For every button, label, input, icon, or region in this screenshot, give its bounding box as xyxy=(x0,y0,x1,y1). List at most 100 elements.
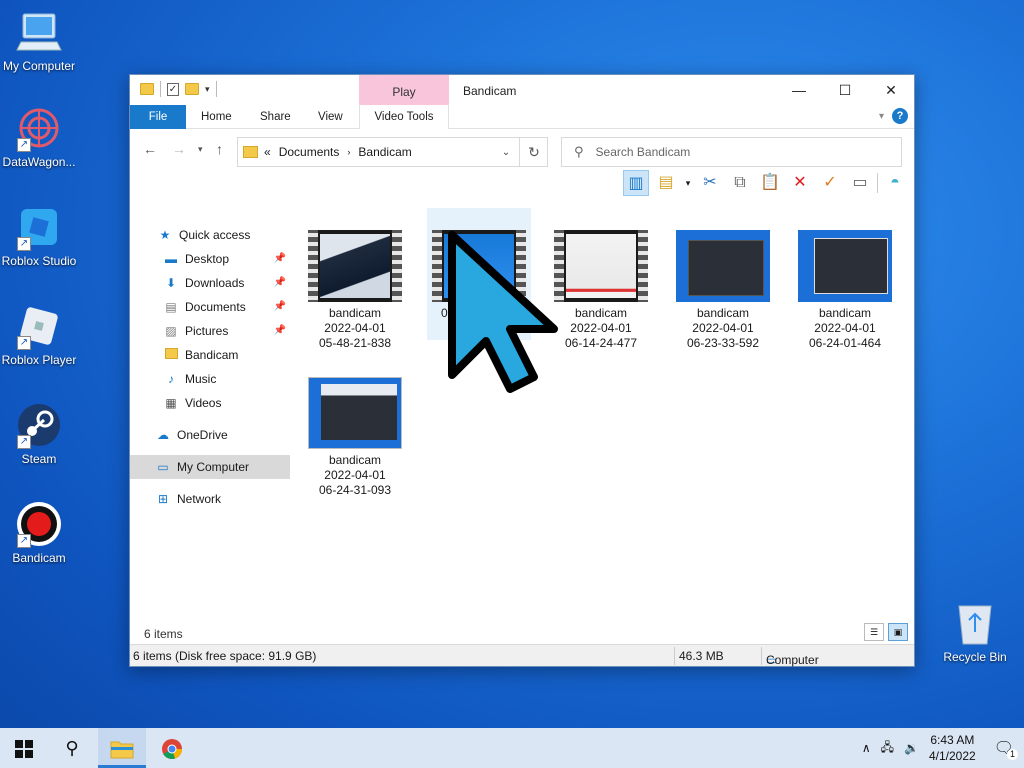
breadcrumb-bandicam[interactable]: Bandicam xyxy=(358,145,411,159)
details-view-icon[interactable]: ☰ xyxy=(864,623,884,641)
preview-pane-icon[interactable]: ▥ xyxy=(623,170,649,196)
up-arrow-icon[interactable]: ↑ xyxy=(216,141,223,157)
view-switcher: ☰ ▣ xyxy=(864,623,908,641)
minimize-button[interactable]: — xyxy=(776,75,822,105)
file-name: bandicam xyxy=(328,453,382,467)
tab-view[interactable]: View xyxy=(318,105,343,129)
file-item[interactable]: bandicam 2022-04-01 06-23-33-592 xyxy=(671,225,775,351)
desktop-icon-bandicam[interactable]: ↗ Bandicam xyxy=(0,500,78,565)
shortcut-arrow-icon: ↗ xyxy=(17,534,31,548)
tab-file[interactable]: File xyxy=(130,105,186,129)
file-item[interactable]: bandicam 2022-04-01 06-24-31-093 xyxy=(303,372,407,498)
nav-downloads[interactable]: ⬇ Downloads 📌 xyxy=(130,271,290,295)
cut-icon[interactable]: ✂ xyxy=(697,170,723,196)
nav-music[interactable]: ♪ Music xyxy=(130,367,290,391)
clock-time: 6:43 AM xyxy=(930,733,975,747)
search-button[interactable]: ⚲ xyxy=(48,728,96,768)
clock[interactable]: 6:43 AM 4/1/2022 xyxy=(929,732,976,764)
file-name-date: 2022-04-01 xyxy=(570,321,632,335)
file-item[interactable]: bandicam 2022-04-01 05-48-21-838 xyxy=(303,225,407,351)
search-icon: ⚲ xyxy=(65,738,79,758)
nav-bandicam[interactable]: Bandicam xyxy=(130,343,290,367)
new-folder-menu-icon[interactable]: ▤ xyxy=(653,170,679,196)
desktop-icon-label: Steam xyxy=(21,452,57,466)
windows-icon xyxy=(15,740,33,759)
folder-icon xyxy=(140,83,154,95)
taskbar: ⚲ ∧ 🖧 🔉 6:43 AM 4/1/2022 🗨 1 xyxy=(0,728,1024,768)
search-input[interactable]: ⚲ Search Bandicam xyxy=(561,137,902,167)
new-folder-icon[interactable] xyxy=(185,83,199,95)
copy-icon[interactable]: ⧉ xyxy=(727,170,753,196)
rename-icon[interactable]: ▭ xyxy=(847,170,873,196)
nav-onedrive[interactable]: ☁ OneDrive xyxy=(130,423,290,447)
recent-locations-icon[interactable]: ▾ xyxy=(198,144,203,155)
nav-documents[interactable]: ▤ Documents 📌 xyxy=(130,295,290,319)
file-name-date: 2022-04-01 xyxy=(692,321,754,335)
maximize-button[interactable]: ☐ xyxy=(822,75,868,105)
desktop-icon-my-computer[interactable]: My Computer xyxy=(0,8,78,73)
large-icons-view-icon[interactable]: ▣ xyxy=(888,623,908,641)
breadcrumb-documents[interactable]: Documents xyxy=(279,145,340,159)
address-bar[interactable]: « Documents › Bandicam ⌄ xyxy=(237,137,548,167)
desktop-icon-steam[interactable]: ↗ Steam xyxy=(0,401,78,466)
file-name-date: 2022-04-01 xyxy=(814,321,876,335)
computer-icon xyxy=(15,8,63,56)
address-dropdown-icon[interactable]: ⌄ xyxy=(495,147,517,158)
paste-icon[interactable]: 📋 xyxy=(757,170,783,196)
tab-video-tools[interactable]: Video Tools xyxy=(359,105,449,129)
shortcut-arrow-icon: ↗ xyxy=(17,435,31,449)
forward-arrow-icon[interactable]: → xyxy=(172,141,186,157)
dropdown-arrow-icon[interactable]: ▾ xyxy=(683,170,693,196)
customize-qat-icon[interactable]: ▾ xyxy=(205,84,210,95)
expand-ribbon-icon[interactable]: ▾ xyxy=(879,111,884,122)
file-item[interactable]: bandicam 2022-04-01 06-14-24-477 xyxy=(549,225,653,351)
nav-videos[interactable]: ▦ Videos xyxy=(130,391,290,415)
nav-label: OneDrive xyxy=(177,428,228,442)
desktop-icon-datawagon[interactable]: ↗ DataWagon... xyxy=(0,104,78,169)
notifications-button[interactable]: 🗨 1 xyxy=(994,738,1018,760)
bandicam-icon: ↗ xyxy=(15,500,63,548)
shell-icon[interactable]: ◓ xyxy=(882,170,908,196)
nav-network[interactable]: ⊞ Network xyxy=(130,487,290,511)
breadcrumb-overflow[interactable]: « xyxy=(264,145,271,159)
nav-desktop[interactable]: ▬ Desktop 📌 xyxy=(130,247,290,271)
network-icon: ⊞ xyxy=(157,492,169,506)
file-name-time: 06-24-01-464 xyxy=(808,336,882,350)
nav-label: Videos xyxy=(185,396,222,410)
status-bar: 6 items (Disk free space: 91.9 GB) 46.3 … xyxy=(130,644,914,667)
video-thumbnail xyxy=(554,230,648,302)
desktop-icon-roblox-studio[interactable]: ↗ Roblox Studio xyxy=(0,203,78,268)
file-name: bandicam xyxy=(328,306,382,320)
quick-access-toolbar: ✓ ▾ xyxy=(140,81,217,97)
file-item[interactable]: bandicam 2022-04-01 06-24-01-464 xyxy=(793,225,897,351)
file-explorer-taskbar-button[interactable] xyxy=(98,728,146,768)
network-icon[interactable]: 🖧 xyxy=(881,738,894,759)
nav-pictures[interactable]: ▨ Pictures 📌 xyxy=(130,319,290,343)
help-icon[interactable]: ? xyxy=(892,108,908,124)
steam-icon: ↗ xyxy=(15,401,63,449)
nav-label: Downloads xyxy=(185,276,245,290)
desktop-icon-roblox-player[interactable]: ↗ Roblox Player xyxy=(0,302,78,367)
nav-my-computer[interactable]: ▭ My Computer xyxy=(130,455,290,479)
tab-share[interactable]: Share xyxy=(260,105,291,129)
nav-quick-access[interactable]: ★ Quick access xyxy=(130,223,290,247)
search-icon: ⚲ xyxy=(574,144,584,159)
nav-label: Music xyxy=(185,372,217,386)
shortcut-arrow-icon: ↗ xyxy=(17,237,31,251)
properties-icon[interactable]: ✓ xyxy=(167,82,179,96)
refresh-icon[interactable]: ↻ xyxy=(519,137,548,167)
back-arrow-icon[interactable]: ← xyxy=(143,141,157,157)
separator xyxy=(877,173,878,193)
start-button[interactable] xyxy=(0,728,48,768)
file-list: bandicam 2022-04-01 05-48-21-838 0 bandi… xyxy=(300,208,910,615)
checkmark-icon[interactable]: ✓ xyxy=(817,170,843,196)
volume-icon[interactable]: 🔉 xyxy=(904,741,919,755)
desktop-icon-recycle-bin[interactable]: Recycle Bin xyxy=(940,600,1010,664)
chrome-taskbar-button[interactable] xyxy=(148,728,196,768)
video-thumbnail xyxy=(798,230,892,302)
delete-icon[interactable]: ✕ xyxy=(787,170,813,196)
play-context-tab: Play xyxy=(359,75,449,105)
tab-home[interactable]: Home xyxy=(201,105,232,129)
close-button[interactable]: ✕ xyxy=(868,75,914,105)
chevron-up-icon[interactable]: ∧ xyxy=(862,741,871,755)
